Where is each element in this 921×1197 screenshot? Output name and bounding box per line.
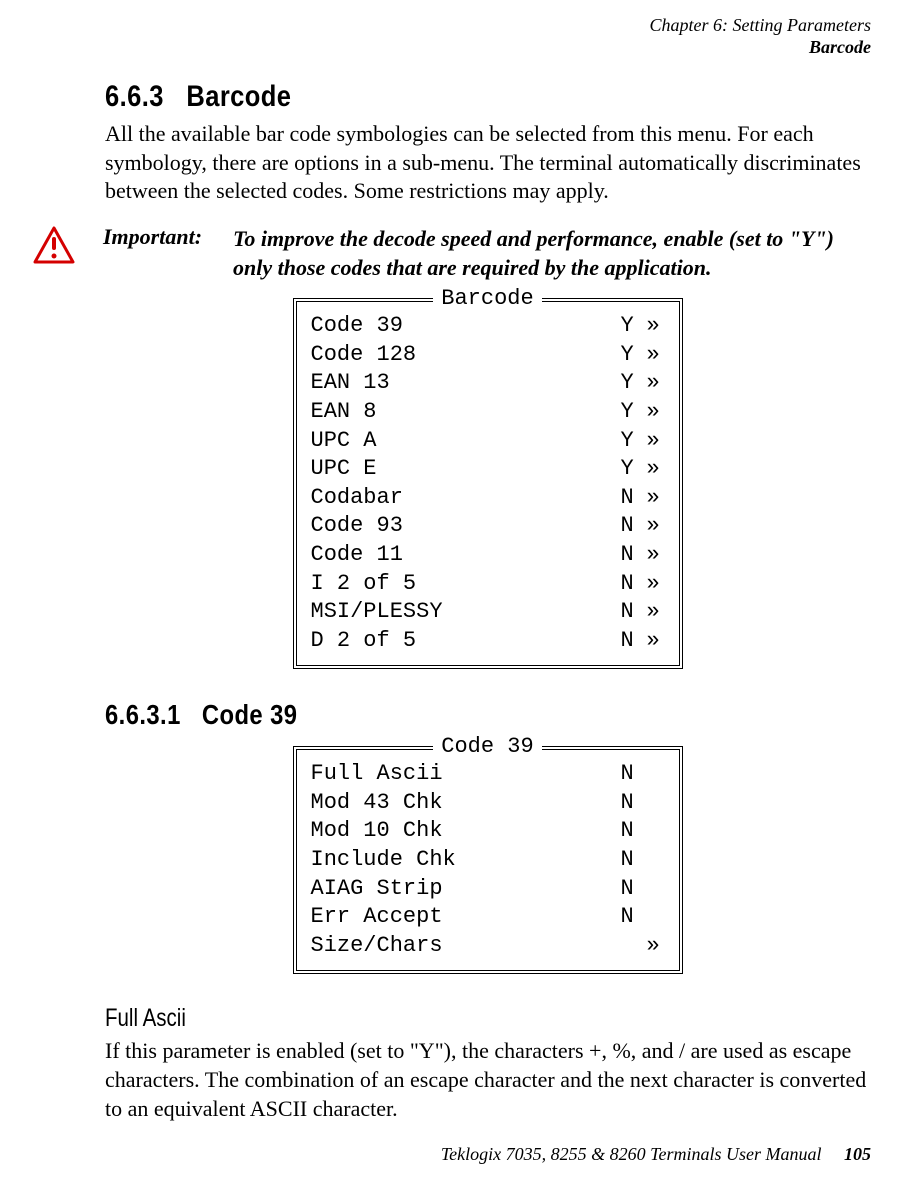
submenu-icon: » (647, 512, 665, 541)
menu-item[interactable]: AIAG StripN (311, 875, 665, 904)
menu-item[interactable]: Err AcceptN (311, 903, 665, 932)
menu-item[interactable]: Code 128Y» (311, 341, 665, 370)
menu-item[interactable]: EAN 13Y» (311, 369, 665, 398)
menu-item[interactable]: Code 39Y» (311, 312, 665, 341)
menu-item[interactable]: Include ChkN (311, 846, 665, 875)
barcode-menu-title: Barcode (433, 286, 541, 311)
full-ascii-paragraph: If this parameter is enabled (set to "Y"… (105, 1037, 870, 1123)
barcode-menu: Barcode Code 39Y» Code 128Y» EAN 13Y» EA… (293, 298, 683, 669)
full-ascii-heading: Full Ascii (105, 1004, 732, 1033)
code39-menu: Code 39 Full AsciiN Mod 43 ChkN Mod 10 C… (293, 746, 683, 974)
submenu-icon: » (647, 484, 665, 513)
submenu-icon: » (647, 369, 665, 398)
footer-text: Teklogix 7035, 8255 & 8260 Terminals Use… (441, 1144, 822, 1164)
menu-item[interactable]: Code 93N» (311, 512, 665, 541)
menu-item[interactable]: D 2 of 5N» (311, 627, 665, 656)
submenu-icon: » (647, 398, 665, 427)
chapter-label: Chapter 6: Setting Parameters (650, 15, 871, 37)
submenu-icon (647, 789, 665, 818)
important-text: To improve the decode speed and performa… (233, 224, 870, 283)
submenu-icon: » (647, 455, 665, 484)
submenu-icon (647, 846, 665, 875)
submenu-icon (647, 760, 665, 789)
important-note: Important: To improve the decode speed a… (33, 224, 870, 283)
important-label: Important: (103, 224, 233, 250)
menu-item[interactable]: I 2 of 5N» (311, 570, 665, 599)
submenu-icon (647, 903, 665, 932)
submenu-icon: » (647, 541, 665, 570)
menu-item[interactable]: Mod 43 ChkN (311, 789, 665, 818)
code39-menu-title: Code 39 (433, 734, 541, 759)
section-label: Barcode (650, 37, 871, 59)
submenu-icon: » (647, 312, 665, 341)
submenu-icon: » (647, 570, 665, 599)
submenu-icon: » (647, 341, 665, 370)
submenu-icon: » (647, 932, 665, 961)
warning-icon (33, 226, 75, 264)
submenu-icon: » (647, 427, 665, 456)
submenu-icon (647, 817, 665, 846)
submenu-icon: » (647, 598, 665, 627)
menu-item[interactable]: MSI/PLESSYN» (311, 598, 665, 627)
section-heading-barcode: 6.6.3 Barcode (105, 80, 755, 114)
section-heading-code39: 6.6.3.1 Code 39 (105, 699, 755, 731)
running-header: Chapter 6: Setting Parameters Barcode (650, 15, 871, 58)
menu-item[interactable]: UPC AY» (311, 427, 665, 456)
menu-item[interactable]: Size/Chars» (311, 932, 665, 961)
menu-item[interactable]: Full AsciiN (311, 760, 665, 789)
menu-item[interactable]: Mod 10 ChkN (311, 817, 665, 846)
menu-item[interactable]: Code 11N» (311, 541, 665, 570)
page-footer: Teklogix 7035, 8255 & 8260 Terminals Use… (441, 1144, 871, 1165)
barcode-intro-paragraph: All the available bar code symbologies c… (105, 120, 870, 206)
submenu-icon (647, 875, 665, 904)
page-number: 105 (844, 1144, 871, 1164)
menu-item[interactable]: UPC EY» (311, 455, 665, 484)
menu-item[interactable]: EAN 8Y» (311, 398, 665, 427)
submenu-icon: » (647, 627, 665, 656)
menu-item[interactable]: CodabarN» (311, 484, 665, 513)
